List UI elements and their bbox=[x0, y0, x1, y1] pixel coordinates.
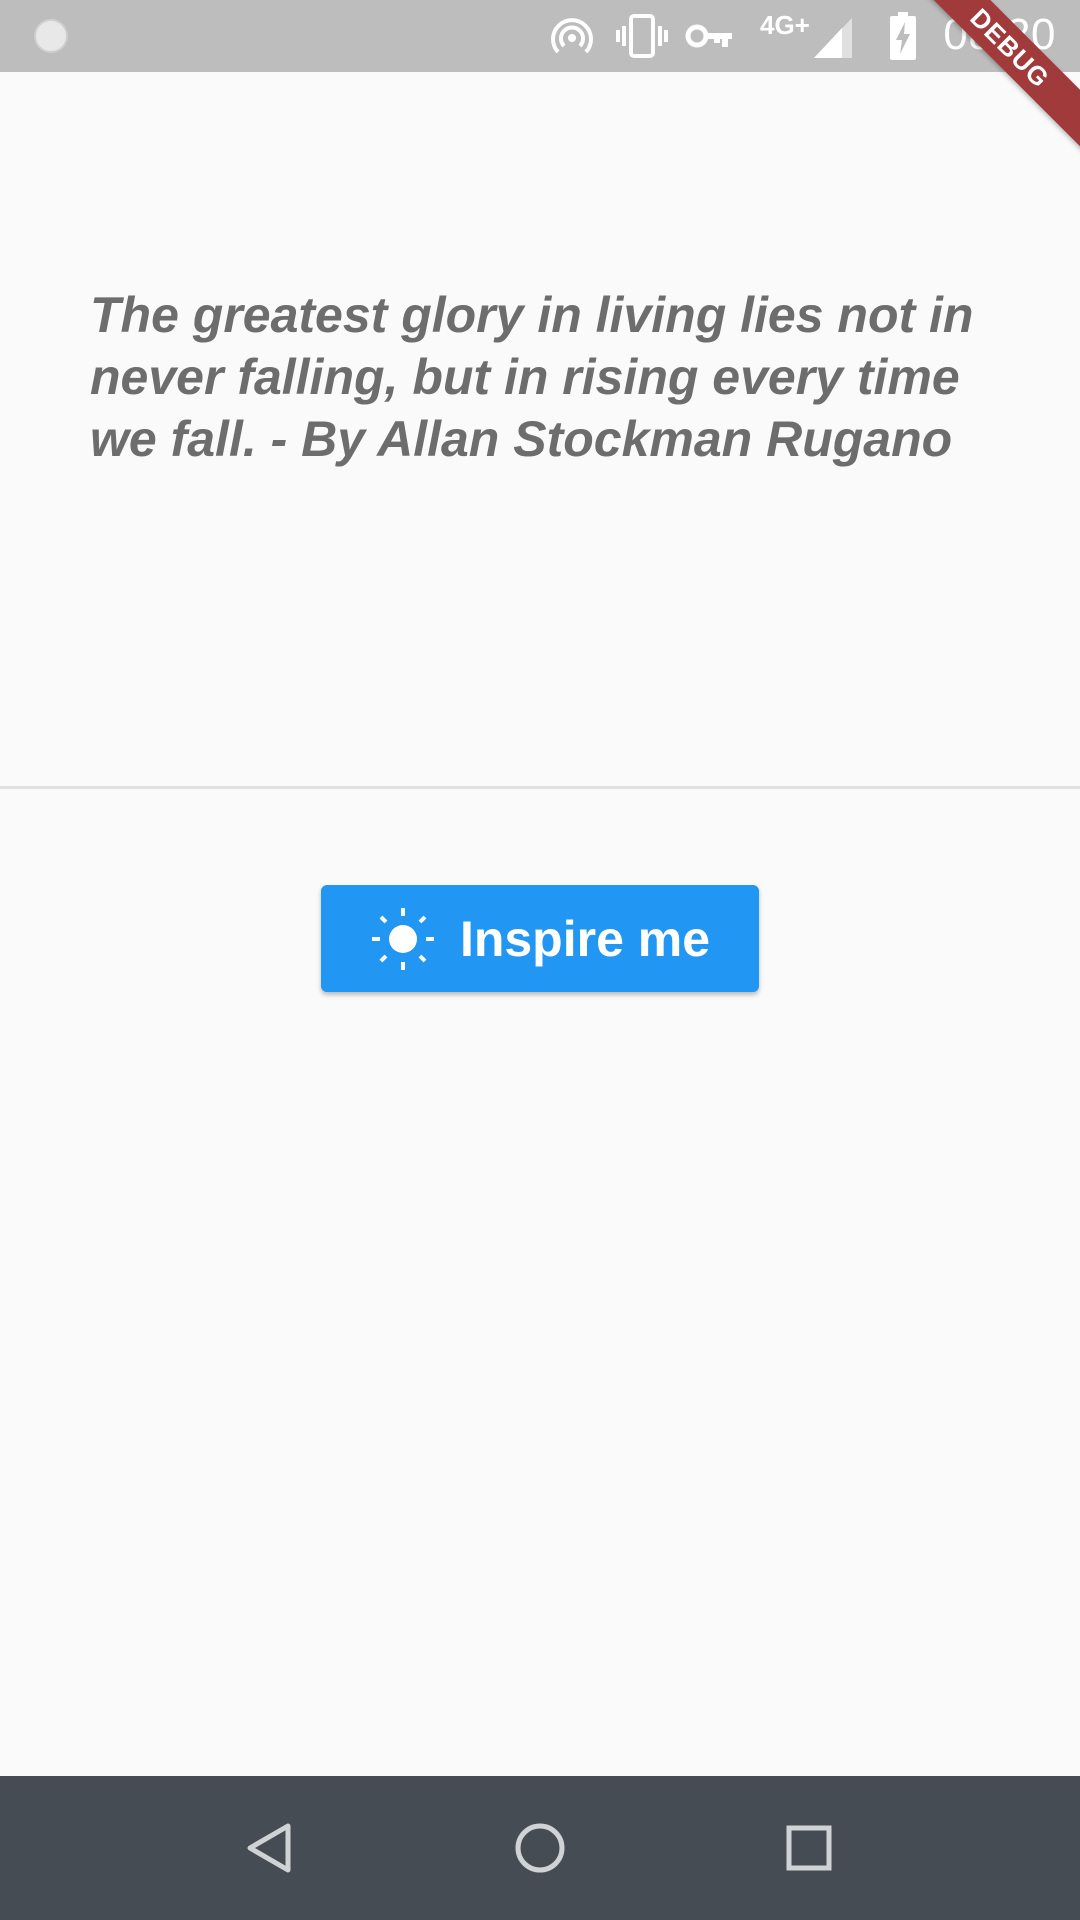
inspire-me-button[interactable]: Inspire me bbox=[321, 885, 759, 992]
status-bar: 4G+ 08:20 bbox=[0, 0, 1080, 72]
vpn-key-icon bbox=[685, 24, 732, 48]
inspire-me-label: Inspire me bbox=[459, 910, 711, 967]
cell-signal-icon bbox=[814, 18, 852, 58]
back-icon[interactable] bbox=[238, 1816, 302, 1880]
vibrate-icon bbox=[616, 14, 668, 58]
quote-area: The greatest glory in living lies not in… bbox=[0, 72, 1080, 786]
sun-icon bbox=[371, 907, 434, 970]
network-type-label: 4G+ bbox=[760, 10, 810, 40]
app-screen: 4G+ 08:20 DEBUG The greatest glory in li… bbox=[0, 0, 1080, 1920]
hotspot-icon bbox=[551, 18, 593, 54]
navigation-bar bbox=[0, 1776, 1080, 1920]
home-icon[interactable] bbox=[508, 1816, 572, 1880]
quote-text: The greatest glory in living lies not in… bbox=[90, 287, 974, 467]
notification-dot-icon bbox=[34, 19, 68, 53]
divider bbox=[0, 786, 1080, 789]
battery-charging-icon bbox=[890, 12, 916, 60]
recents-icon[interactable] bbox=[777, 1816, 841, 1880]
